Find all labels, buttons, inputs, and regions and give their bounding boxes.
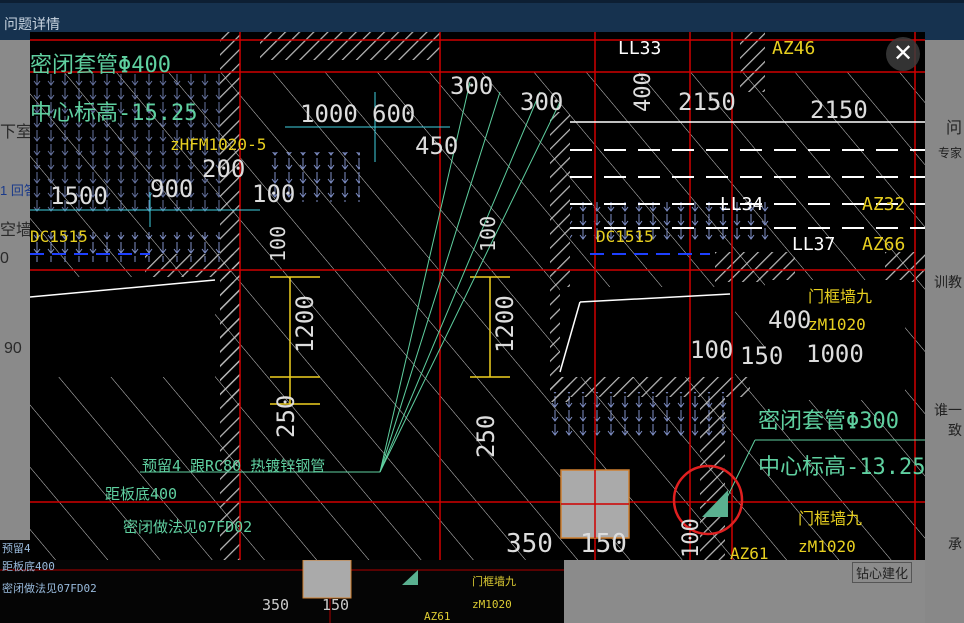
dim-1000b: 1000: [806, 340, 864, 368]
dim-450: 450: [415, 132, 458, 160]
dim-250b: 250: [472, 415, 500, 458]
close-button[interactable]: ✕: [886, 37, 920, 71]
thumb-label-4: 350: [262, 596, 289, 614]
label-reserve-pipe: 预留4 跟RC80 热镀锌钢管: [142, 457, 325, 475]
label-dc1515-left: DC1515: [30, 227, 88, 246]
dim-250a: 250: [272, 395, 300, 438]
dim-100a: 100: [252, 180, 295, 208]
label-seal-sleeve-2: 密闭套管Φ300: [758, 409, 899, 434]
cad-drawing: 密闭套管Φ400 中心标高-15.25 密闭套管Φ300 中心标高-13.25 …: [30, 32, 925, 560]
bg-right-stub-2: 专家: [937, 146, 962, 160]
dim-2150a: 2150: [678, 88, 736, 116]
background-bottom: 钻心建化: [564, 560, 925, 623]
dim-400b: 400: [768, 306, 811, 334]
bg-stub-3: 空墙: [0, 222, 33, 239]
bg-stub-5: 90: [4, 340, 22, 357]
bg-right-stub-1: 问: [945, 120, 962, 137]
bg-right-stub-5: 致: [948, 422, 962, 438]
bg-right-stub-6: 承: [948, 536, 962, 552]
thumb-label-5: 150: [322, 596, 349, 614]
label-seal-method: 密闭做法见07FD02: [123, 518, 252, 536]
page-title: 问题详情: [4, 16, 60, 32]
label-door-m1020-1: zM1020: [808, 315, 866, 334]
thumb-label-8: AZ61: [424, 610, 451, 623]
thumb-label-2: 距板底400: [2, 559, 55, 573]
label-board-bottom: 距板底400: [105, 485, 177, 503]
image-viewer[interactable]: 密闭套管Φ400 中心标高-15.25 密闭套管Φ300 中心标高-13.25 …: [30, 32, 925, 560]
label-door-m1020-2: zM1020: [798, 537, 856, 556]
bg-right-stub-3: 训教: [934, 274, 962, 290]
label-door-frame-2: 门框墙九: [798, 509, 862, 528]
dim-2150b: 2150: [810, 96, 868, 124]
dim-1000: 1000: [300, 100, 358, 128]
bg-stub-4: 0: [0, 250, 9, 267]
dim-100d: 100: [690, 336, 733, 364]
dim-150a: 150: [740, 342, 783, 370]
dim-100c: 100: [476, 216, 500, 252]
bg-stub-1: 下室: [0, 124, 33, 141]
dim-400a: 400: [631, 72, 656, 112]
thumb-label-7: zM1020: [472, 598, 512, 611]
label-az32: AZ32: [862, 194, 905, 215]
label-az66: AZ66: [862, 234, 905, 255]
dim-1500: 1500: [50, 182, 108, 210]
dim-1200b: 1200: [491, 295, 519, 353]
dim-200: 200: [202, 155, 245, 183]
label-door-hfm: zHFM1020-5: [170, 135, 266, 154]
label-center-elev-1: 中心标高-15.25: [30, 101, 197, 126]
label-dc1515-mid: DC1515: [596, 227, 654, 246]
label-seal-sleeve-1: 密闭套管Φ400: [30, 53, 171, 78]
label-door-frame-1: 门框墙九: [808, 287, 872, 306]
dim-100b: 100: [266, 226, 290, 262]
dim-100e: 100: [679, 518, 704, 558]
background-right-column: 问 专家 训教 谁一 致 承: [925, 40, 964, 623]
label-ll33: LL33: [618, 38, 661, 59]
dim-900: 900: [150, 175, 193, 203]
dim-600: 600: [372, 100, 415, 128]
label-ll34: LL34: [720, 194, 763, 215]
dim-350: 350: [506, 529, 553, 559]
bg-right-stub-4: 谁一: [934, 402, 962, 418]
dim-150b: 150: [580, 529, 627, 559]
thumb-label-1: 预留4: [2, 542, 31, 555]
bg-bottom-stub: 钻心建化: [852, 562, 913, 583]
dim-1200a: 1200: [291, 295, 319, 353]
dim-300a: 300: [450, 72, 493, 100]
label-az61: AZ61: [730, 544, 769, 560]
thumb-label-3: 密闭做法见07FD02: [2, 581, 97, 595]
label-ll37: LL37: [792, 234, 835, 255]
label-az46: AZ46: [772, 38, 815, 59]
label-center-elev-2: 中心标高-13.25: [758, 455, 925, 480]
dim-300b: 300: [520, 88, 563, 116]
thumb-label-6: 门框墙九: [472, 574, 516, 588]
